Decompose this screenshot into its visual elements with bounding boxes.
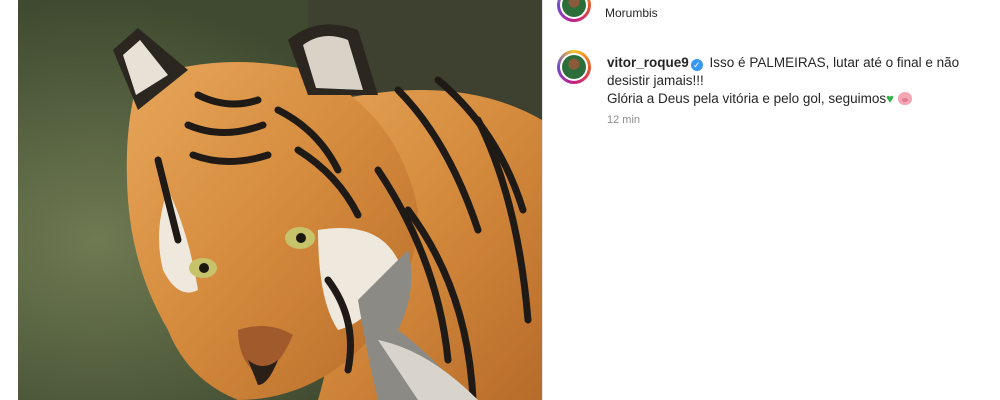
post-image[interactable] <box>18 0 542 400</box>
green-heart-icon: ♥ <box>886 91 894 106</box>
post-side-panel: Morumbis vitor_roque9 ✓ Isso é PALMEIRAS,… <box>543 0 1000 400</box>
comment-username[interactable]: vitor_roque9 <box>607 55 689 70</box>
avatar-image <box>562 55 586 79</box>
left-margin <box>0 0 18 400</box>
comment-timestamp[interactable]: 12 min <box>607 114 640 126</box>
caption-comment: vitor_roque9 ✓ Isso é PALMEIRAS, lutar at… <box>607 54 992 108</box>
avatar-image <box>562 0 586 17</box>
post-location[interactable]: Morumbis <box>605 6 658 20</box>
comment-avatar[interactable] <box>557 50 591 84</box>
header-avatar[interactable] <box>557 0 591 22</box>
verified-badge-icon: ✓ <box>690 59 703 71</box>
pig-face-icon <box>897 92 912 105</box>
tiger-illustration <box>18 0 542 400</box>
comment-text-line2: Glória a Deus pela vitória e pelo gol, s… <box>607 91 887 106</box>
